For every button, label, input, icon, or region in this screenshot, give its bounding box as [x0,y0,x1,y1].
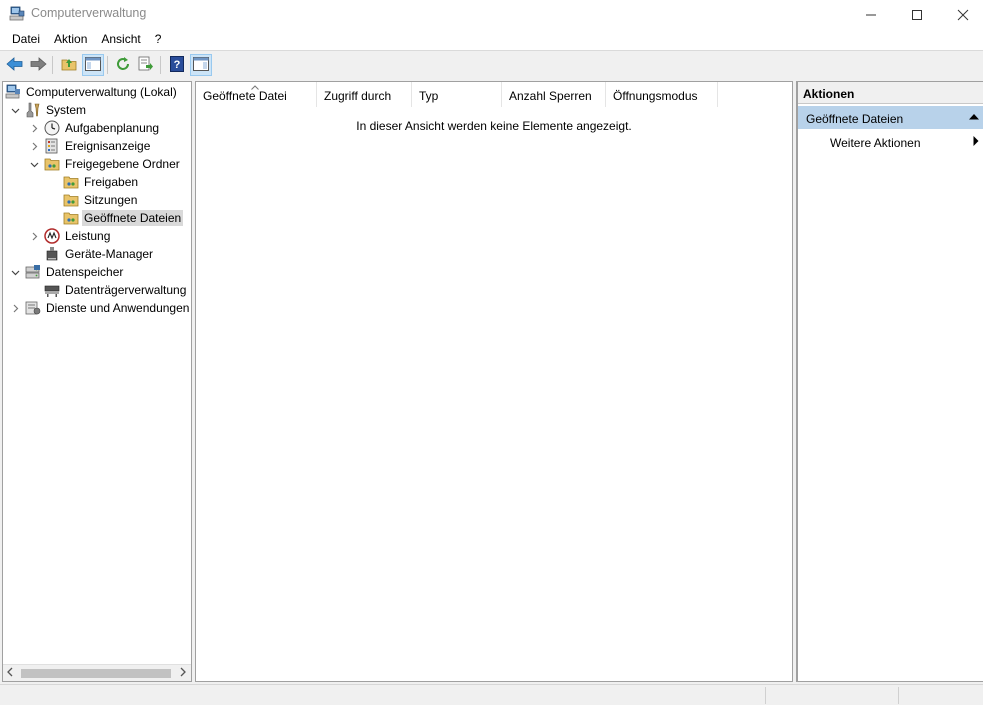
shared-folder-icon [63,174,79,190]
collapse-chevron-icon[interactable] [9,101,21,119]
shared-folder-icon [44,156,60,172]
back-button[interactable] [4,54,26,76]
actions-section-geoeffnete-dateien[interactable]: Geöffnete Dateien [798,106,983,129]
show-hide-console-tree-button[interactable] [82,54,104,76]
menu-bar: Datei Aktion Ansicht ? [0,29,983,50]
console-tree[interactable]: Computerverwaltung (Lokal) System Aufgab… [2,81,192,682]
column-header-zugriff-durch[interactable]: Zugriff durch [317,82,412,107]
actions-pane: Aktionen Geöffnete Dateien Weitere Aktio… [796,81,983,682]
toolbar: ? [0,51,983,78]
computer-management-icon [9,6,25,22]
column-header-anzahl-sperren[interactable]: Anzahl Sperren [502,82,606,107]
show-hide-action-pane-button[interactable] [190,54,212,76]
actions-header: Aktionen [798,82,983,104]
performance-icon [44,228,60,244]
back-arrow-icon [6,56,24,75]
collapse-chevron-icon[interactable] [9,263,21,281]
collapse-chevron-icon[interactable] [28,155,40,173]
status-divider [898,687,899,704]
status-bar [0,684,983,705]
show-hide-action-pane-icon [193,56,209,74]
column-header-typ[interactable]: Typ [412,82,502,107]
up-folder-icon [61,56,77,75]
tree-item-datenspeicher[interactable]: Datenspeicher [9,263,125,281]
scroll-right-icon[interactable] [179,667,187,680]
tree-item-sitzungen[interactable]: Sitzungen [47,191,139,209]
title-bar: Computerverwaltung [0,0,983,29]
svg-text:?: ? [174,59,181,71]
export-list-icon [138,56,154,75]
menu-ansicht[interactable]: Ansicht [94,29,147,50]
disk-management-icon [44,282,60,298]
system-tools-icon [25,102,41,118]
tree-item-ereignisanzeige[interactable]: Ereignisanzeige [28,137,152,155]
event-viewer-icon [44,138,60,154]
tree-item-freigegebene-ordner[interactable]: Freigegebene Ordner [28,155,182,173]
menu-help[interactable]: ? [148,29,169,50]
forward-arrow-icon [29,56,47,75]
tree-item-root[interactable]: Computerverwaltung (Lokal) [5,83,179,101]
menu-datei[interactable]: Datei [5,29,47,50]
tree-item-freigaben[interactable]: Freigaben [47,173,140,191]
action-weitere-aktionen[interactable]: Weitere Aktionen [798,132,983,152]
expand-chevron-icon[interactable] [9,299,21,317]
close-button[interactable] [940,0,983,29]
tree-item-geoeffnete-dateien[interactable]: Geöffnete Dateien [47,209,184,227]
export-list-button[interactable] [135,54,157,76]
expand-chevron-icon[interactable] [28,137,40,155]
forward-button[interactable] [27,54,49,76]
tree-item-datentraegerverwaltung[interactable]: Datenträgerverwaltung [28,281,188,299]
expand-chevron-icon[interactable] [28,227,40,245]
status-divider [765,687,766,704]
column-header-oeffnungsmodus[interactable]: Öffnungsmodus [606,82,718,107]
services-icon [25,300,41,316]
toolbar-separator [160,56,161,74]
up-folder-button[interactable] [58,54,80,76]
device-manager-icon [44,246,60,262]
window-title: Computerverwaltung [31,6,147,20]
clock-icon [44,120,60,136]
maximize-button[interactable] [894,0,940,29]
refresh-icon [115,56,131,75]
toolbar-separator [107,56,108,74]
tree-item-geraete-manager[interactable]: Geräte-Manager [28,245,155,263]
expand-chevron-icon[interactable] [28,119,40,137]
tree-item-dienste-und-anwendungen[interactable]: Dienste und Anwendungen [9,299,191,317]
shared-folder-icon [63,192,79,208]
toolbar-separator [52,56,53,74]
scrollbar-thumb[interactable] [21,669,171,678]
refresh-button[interactable] [112,54,134,76]
tree-item-aufgabenplanung[interactable]: Aufgabenplanung [28,119,161,137]
empty-list-message: In dieser Ansicht werden keine Elemente … [356,119,632,133]
scroll-left-icon[interactable] [6,667,14,680]
help-button[interactable]: ? [166,54,188,76]
show-hide-console-tree-icon [85,56,101,74]
collapse-up-icon[interactable] [969,112,979,123]
tree-horizontal-scrollbar[interactable] [3,664,191,681]
submenu-arrow-icon [973,136,979,149]
shared-folder-icon [63,210,79,226]
computer-management-icon [5,84,21,100]
sort-ascending-icon [251,82,259,92]
details-list[interactable]: Geöffnete Datei Zugriff durch Typ Anzahl… [195,81,793,682]
column-header-geoeffnete-datei[interactable]: Geöffnete Datei [196,82,317,107]
storage-icon [25,264,41,280]
menu-aktion[interactable]: Aktion [47,29,94,50]
column-headers: Geöffnete Datei Zugriff durch Typ Anzahl… [196,82,792,107]
minimize-button[interactable] [848,0,894,29]
help-icon: ? [169,55,185,75]
tree-item-system[interactable]: System [9,101,88,119]
tree-item-leistung[interactable]: Leistung [28,227,112,245]
